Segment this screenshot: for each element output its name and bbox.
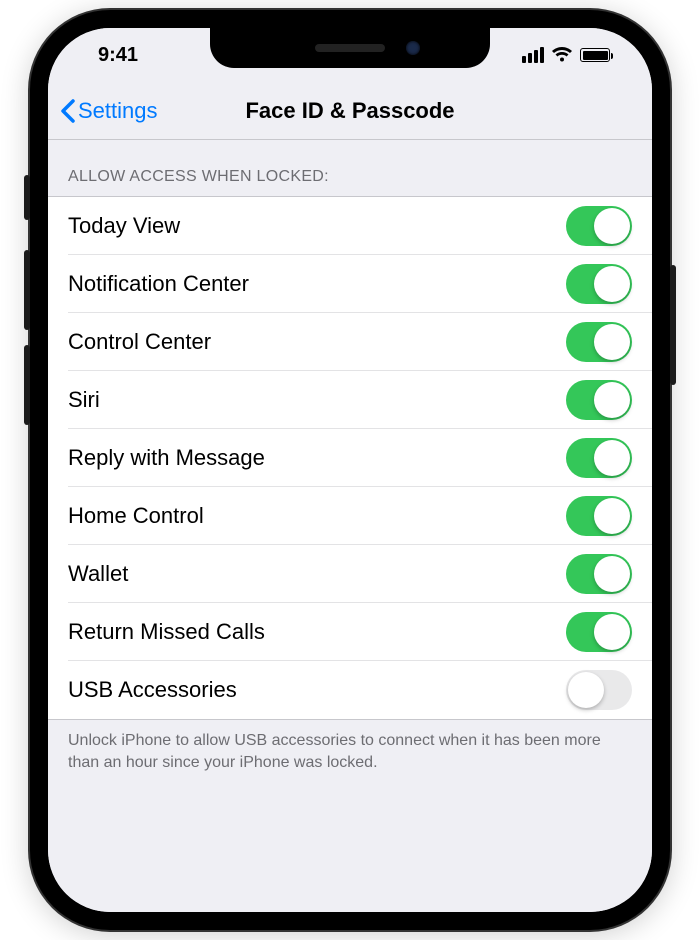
row-label: Notification Center <box>68 271 249 297</box>
status-indicators <box>522 47 610 63</box>
toggle-return-missed-calls[interactable] <box>566 612 632 652</box>
battery-icon <box>580 48 610 62</box>
mute-switch <box>24 175 30 220</box>
screen: 9:41 Settings Face ID & Passcode A <box>48 28 652 912</box>
row-label: Reply with Message <box>68 445 265 471</box>
toggle-reply-with-message[interactable] <box>566 438 632 478</box>
row-label: Siri <box>68 387 100 413</box>
volume-up-button <box>24 250 30 330</box>
row-label: Today View <box>68 213 180 239</box>
toggle-control-center[interactable] <box>566 322 632 362</box>
row-usb-accessories: USB Accessories <box>48 661 652 719</box>
content: ALLOW ACCESS WHEN LOCKED: Today View Not… <box>48 140 652 912</box>
speaker-grille <box>315 44 385 52</box>
row-reply-with-message: Reply with Message <box>48 429 652 487</box>
row-wallet: Wallet <box>48 545 652 603</box>
nav-bar: Settings Face ID & Passcode <box>48 82 652 140</box>
wifi-icon <box>551 47 573 63</box>
section-footer: Unlock iPhone to allow USB accessories t… <box>48 720 652 793</box>
row-notification-center: Notification Center <box>48 255 652 313</box>
row-label: Return Missed Calls <box>68 619 265 645</box>
toggle-notification-center[interactable] <box>566 264 632 304</box>
page-title: Face ID & Passcode <box>245 98 454 124</box>
row-control-center: Control Center <box>48 313 652 371</box>
chevron-left-icon <box>60 99 76 123</box>
row-home-control: Home Control <box>48 487 652 545</box>
row-label: Wallet <box>68 561 128 587</box>
row-label: Home Control <box>68 503 204 529</box>
back-button[interactable]: Settings <box>60 98 158 124</box>
toggle-siri[interactable] <box>566 380 632 420</box>
row-label: Control Center <box>68 329 211 355</box>
notch <box>210 28 490 68</box>
row-siri: Siri <box>48 371 652 429</box>
row-label: USB Accessories <box>68 677 237 703</box>
status-time: 9:41 <box>98 44 138 67</box>
toggle-home-control[interactable] <box>566 496 632 536</box>
toggle-wallet[interactable] <box>566 554 632 594</box>
toggle-today-view[interactable] <box>566 206 632 246</box>
phone-frame: 9:41 Settings Face ID & Passcode A <box>30 10 670 930</box>
cellular-signal-icon <box>522 47 544 63</box>
front-camera <box>406 41 420 55</box>
side-button <box>670 265 676 385</box>
back-label: Settings <box>78 98 158 124</box>
toggle-usb-accessories[interactable] <box>566 670 632 710</box>
section-header: ALLOW ACCESS WHEN LOCKED: <box>48 140 652 196</box>
row-return-missed-calls: Return Missed Calls <box>48 603 652 661</box>
row-today-view: Today View <box>48 197 652 255</box>
settings-list: Today View Notification Center Control C… <box>48 196 652 720</box>
volume-down-button <box>24 345 30 425</box>
